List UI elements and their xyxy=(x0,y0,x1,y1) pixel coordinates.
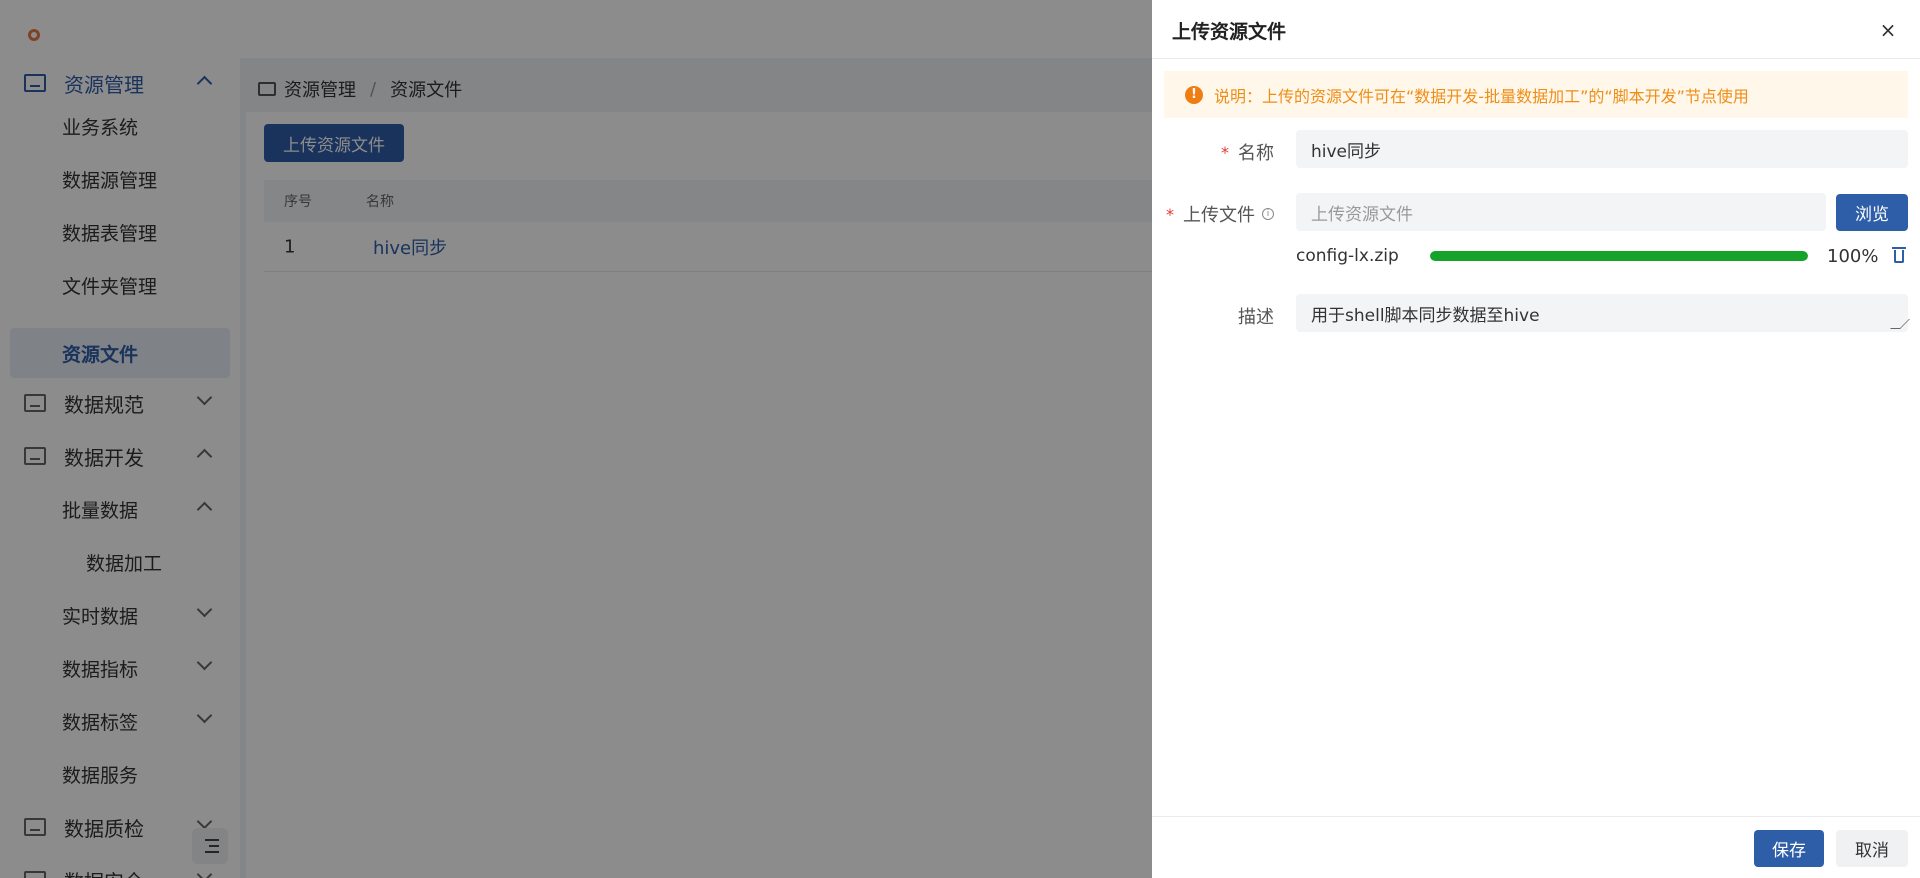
name-label: * 名称 xyxy=(1221,139,1274,165)
name-label-text: 名称 xyxy=(1238,143,1274,164)
close-icon[interactable]: × xyxy=(1878,20,1898,40)
modal-mask[interactable] xyxy=(0,0,1152,878)
upload-drawer: 上传资源文件 × ! 说明：上传的资源文件可在“数据开发-批量数据加工”的“脚本… xyxy=(1152,0,1920,878)
resize-handle-icon[interactable] xyxy=(1890,319,1910,329)
desc-label: 描述 xyxy=(1238,307,1274,328)
name-input[interactable]: hive同步 xyxy=(1296,130,1908,168)
browse-button[interactable]: 浏览 xyxy=(1836,194,1908,231)
required-mark: * xyxy=(1221,142,1229,162)
description-textarea[interactable]: 用于shell脚本同步数据至hive xyxy=(1296,294,1910,332)
info-alert: ! 说明：上传的资源文件可在“数据开发-批量数据加工”的“脚本开发”节点使用 xyxy=(1164,71,1908,118)
trash-body xyxy=(1894,250,1904,263)
uploaded-file-name: config-lx.zip xyxy=(1296,246,1399,266)
file-label-text: 上传文件 xyxy=(1183,205,1255,226)
file-label: * 上传文件 i xyxy=(1166,201,1274,227)
required-mark: * xyxy=(1166,204,1174,224)
alert-text: 说明：上传的资源文件可在“数据开发-批量数据加工”的“脚本开发”节点使用 xyxy=(1214,86,1749,106)
info-icon[interactable]: i xyxy=(1262,208,1274,220)
cancel-button[interactable]: 取消 xyxy=(1836,830,1908,867)
upload-progress-text: 100% xyxy=(1827,246,1879,267)
upload-progress-bar xyxy=(1430,251,1808,261)
drawer-title: 上传资源文件 xyxy=(1172,21,1287,43)
file-input[interactable]: 上传资源文件 xyxy=(1296,193,1826,231)
delete-icon[interactable] xyxy=(1892,246,1906,264)
drawer-footer: 保存 取消 xyxy=(1152,816,1920,878)
trash-lid xyxy=(1892,247,1906,249)
drawer-header: 上传资源文件 × xyxy=(1152,0,1920,59)
save-button[interactable]: 保存 xyxy=(1754,830,1824,867)
warning-icon: ! xyxy=(1185,85,1203,104)
description-text: 用于shell脚本同步数据至hive xyxy=(1311,305,1540,326)
upload-progress-fill xyxy=(1430,251,1808,261)
